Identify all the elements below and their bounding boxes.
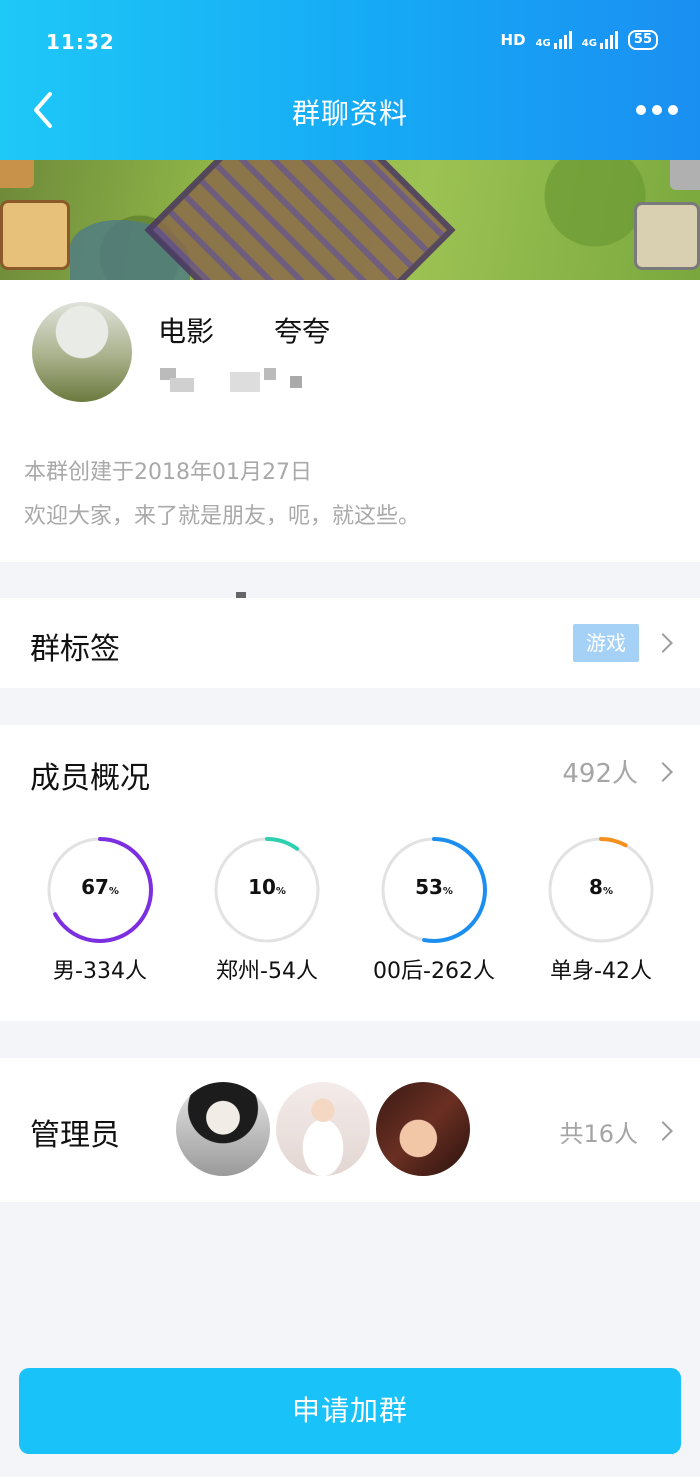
admins-row[interactable]: 管理员 共16人 — [0, 1058, 700, 1202]
chevron-right-icon — [653, 1121, 673, 1141]
admin-avatar[interactable] — [274, 1080, 372, 1178]
group-cover-banner — [0, 160, 700, 280]
status-bar: 11:32 HD 4G 4G 55 — [0, 0, 700, 80]
stat-label-gender: 男-334人 — [53, 959, 147, 984]
stat-ring-city: 10% — [212, 835, 322, 945]
chevron-right-icon — [653, 762, 673, 782]
stat-ring-gender: 67% — [45, 835, 155, 945]
members-overview-card[interactable]: 成员概况 492人 67% 10% 53% 8% 男-334人 郑州-54人 0… — [0, 725, 700, 1021]
tag-chip: 游戏 — [573, 624, 639, 662]
chevron-right-icon — [653, 633, 673, 653]
more-dots-icon — [636, 105, 646, 115]
hd-indicator: HD — [500, 31, 526, 49]
group-intro: 欢迎大家，来了就是朋友，呃，就这些。 — [24, 504, 421, 529]
group-id-masked — [160, 368, 310, 392]
admins-label: 管理员 — [30, 1118, 120, 1153]
members-overview-label: 成员概况 — [30, 761, 150, 796]
signal-icon: 4G — [582, 31, 618, 49]
status-icons: HD 4G 4G 55 — [501, 30, 658, 50]
signal-icon: 4G — [536, 31, 572, 49]
status-time: 11:32 — [46, 30, 115, 54]
admin-count: 共16人 — [559, 1120, 638, 1148]
stat-ring-age: 53% — [379, 835, 489, 945]
page-title: 群聊资料 — [291, 97, 408, 130]
group-avatar[interactable] — [32, 302, 132, 402]
app-header: 11:32 HD 4G 4G 55 群聊资料 — [0, 0, 700, 160]
admin-avatar[interactable] — [174, 1080, 272, 1178]
group-created-date: 本群创建于2018年01月27日 — [24, 460, 312, 485]
more-button[interactable] — [636, 100, 678, 120]
stat-label-single: 单身-42人 — [550, 959, 652, 984]
apply-join-button[interactable]: 申请加群 — [19, 1368, 681, 1454]
member-count: 492人 — [562, 759, 638, 789]
group-tags-label: 群标签 — [30, 632, 120, 667]
stat-label-city: 郑州-54人 — [216, 959, 318, 984]
battery-icon: 55 — [627, 30, 658, 50]
stat-ring-single: 8% — [546, 835, 656, 945]
group-tags-row[interactable]: 群标签 游戏 — [0, 598, 700, 688]
stat-label-age: 00后-262人 — [373, 959, 495, 984]
group-name: 电影 夸夸 — [158, 315, 331, 348]
group-info-card: 电影 夸夸 本群创建于2018年01月27日 欢迎大家，来了就是朋友，呃，就这些。 — [0, 280, 700, 622]
admin-avatar[interactable] — [374, 1080, 472, 1178]
